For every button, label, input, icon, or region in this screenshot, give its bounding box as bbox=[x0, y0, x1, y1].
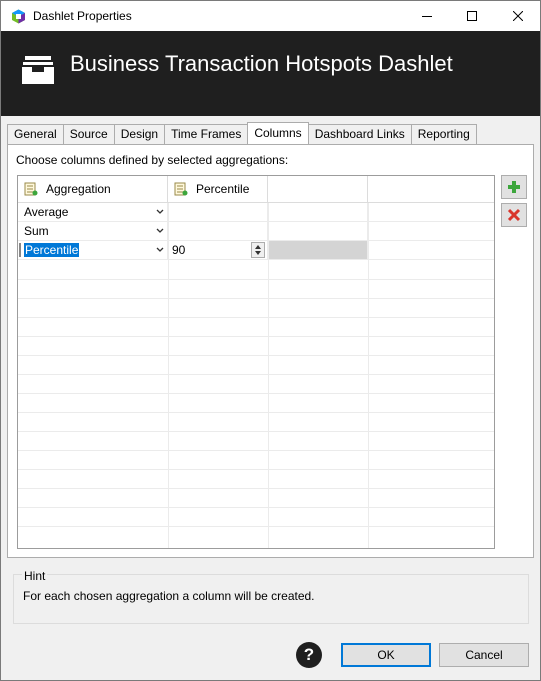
empty-cell bbox=[268, 203, 368, 221]
empty-cell bbox=[268, 222, 368, 240]
grid-line bbox=[18, 374, 494, 375]
grid-line bbox=[18, 317, 494, 318]
percentile-cell bbox=[168, 203, 268, 221]
spinner-arrows-icon[interactable] bbox=[251, 242, 265, 258]
grid-line bbox=[18, 469, 494, 470]
grid-line bbox=[18, 279, 494, 280]
ok-button[interactable]: OK bbox=[341, 643, 431, 667]
grid-line bbox=[368, 203, 369, 548]
tab-columns[interactable]: Columns bbox=[247, 122, 309, 144]
empty-cell-highlight bbox=[268, 241, 368, 259]
grid-line bbox=[18, 526, 494, 527]
ok-label: OK bbox=[377, 648, 395, 662]
grid-line bbox=[18, 393, 494, 394]
inbox-tray-icon bbox=[22, 56, 54, 84]
x-icon bbox=[507, 208, 521, 222]
percentile-cell bbox=[168, 222, 268, 240]
aggregation-value: Average bbox=[24, 205, 69, 219]
grid-line bbox=[18, 488, 494, 489]
chevron-down-icon[interactable] bbox=[153, 203, 167, 221]
tab-strip: General Source Design Time Frames Column… bbox=[7, 122, 477, 144]
grid-line bbox=[18, 507, 494, 508]
help-button[interactable]: ? bbox=[296, 642, 322, 668]
tab-source[interactable]: Source bbox=[62, 124, 115, 144]
percentile-value[interactable]: 90 bbox=[172, 243, 185, 257]
grid-line bbox=[18, 355, 494, 356]
column-header-aggregation[interactable]: Aggregation bbox=[18, 176, 168, 202]
column-icon bbox=[24, 182, 38, 196]
add-column-button[interactable] bbox=[501, 175, 527, 199]
window-title: Dashlet Properties bbox=[33, 9, 132, 23]
table-header: Aggregation Percentile bbox=[18, 176, 494, 203]
aggregation-cell[interactable]: Percentile bbox=[18, 241, 168, 259]
plus-icon bbox=[508, 181, 520, 193]
dialog-title: Business Transaction Hotspots Dashlet bbox=[70, 51, 453, 76]
percentile-spinner[interactable]: 90 bbox=[168, 241, 268, 259]
cancel-button[interactable]: Cancel bbox=[439, 643, 529, 667]
aggregation-value[interactable]: Percentile bbox=[24, 243, 80, 257]
column-header-label: Percentile bbox=[196, 182, 250, 196]
table-row[interactable]: Average bbox=[18, 203, 494, 222]
table-row[interactable]: Sum bbox=[18, 222, 494, 241]
hint-text: For each chosen aggregation a column wil… bbox=[23, 589, 315, 603]
tab-reporting[interactable]: Reporting bbox=[410, 124, 477, 144]
question-mark-icon: ? bbox=[303, 645, 315, 664]
minimize-button[interactable] bbox=[404, 1, 450, 31]
grid-line bbox=[18, 336, 494, 337]
column-header-empty bbox=[268, 176, 368, 202]
dialog-header: Business Transaction Hotspots Dashlet bbox=[1, 31, 540, 116]
title-bar: Dashlet Properties bbox=[1, 1, 540, 31]
chevron-down-icon[interactable] bbox=[153, 241, 167, 259]
remove-column-button[interactable] bbox=[501, 203, 527, 227]
cancel-label: Cancel bbox=[465, 648, 503, 662]
column-header-percentile[interactable]: Percentile bbox=[168, 176, 268, 202]
columns-tab-panel: Choose columns defined by selected aggre… bbox=[7, 144, 534, 558]
grid-line bbox=[18, 412, 494, 413]
column-header-label: Aggregation bbox=[46, 182, 111, 196]
table-row[interactable]: Percentile 90 bbox=[18, 241, 494, 260]
grid-line bbox=[18, 431, 494, 432]
app-logo-icon bbox=[12, 9, 25, 24]
chevron-down-icon[interactable] bbox=[153, 222, 167, 240]
columns-table: Aggregation Percentile Average Sum Perce… bbox=[17, 175, 495, 549]
aggregation-cell[interactable]: Average bbox=[18, 203, 168, 221]
grid-line bbox=[18, 450, 494, 451]
tab-dashboard-links[interactable]: Dashboard Links bbox=[307, 124, 412, 144]
tab-time-frames[interactable]: Time Frames bbox=[164, 124, 249, 144]
tab-general[interactable]: General bbox=[7, 124, 64, 144]
minimize-icon bbox=[422, 16, 432, 17]
maximize-icon bbox=[467, 11, 477, 21]
hint-group: Hint For each chosen aggregation a colum… bbox=[13, 569, 529, 624]
aggregation-value: Sum bbox=[24, 224, 49, 238]
aggregation-cell[interactable]: Sum bbox=[18, 222, 168, 240]
grid-line bbox=[268, 203, 269, 548]
maximize-button[interactable] bbox=[449, 1, 495, 31]
close-button[interactable] bbox=[495, 1, 541, 31]
grid-line bbox=[168, 203, 169, 548]
grid-line bbox=[18, 298, 494, 299]
columns-instruction: Choose columns defined by selected aggre… bbox=[16, 153, 289, 167]
dashlet-properties-window: Dashlet Properties Business Transaction … bbox=[0, 0, 541, 681]
close-icon bbox=[513, 11, 523, 21]
tab-design[interactable]: Design bbox=[113, 124, 166, 144]
column-icon bbox=[174, 182, 188, 196]
hint-title: Hint bbox=[22, 569, 48, 583]
